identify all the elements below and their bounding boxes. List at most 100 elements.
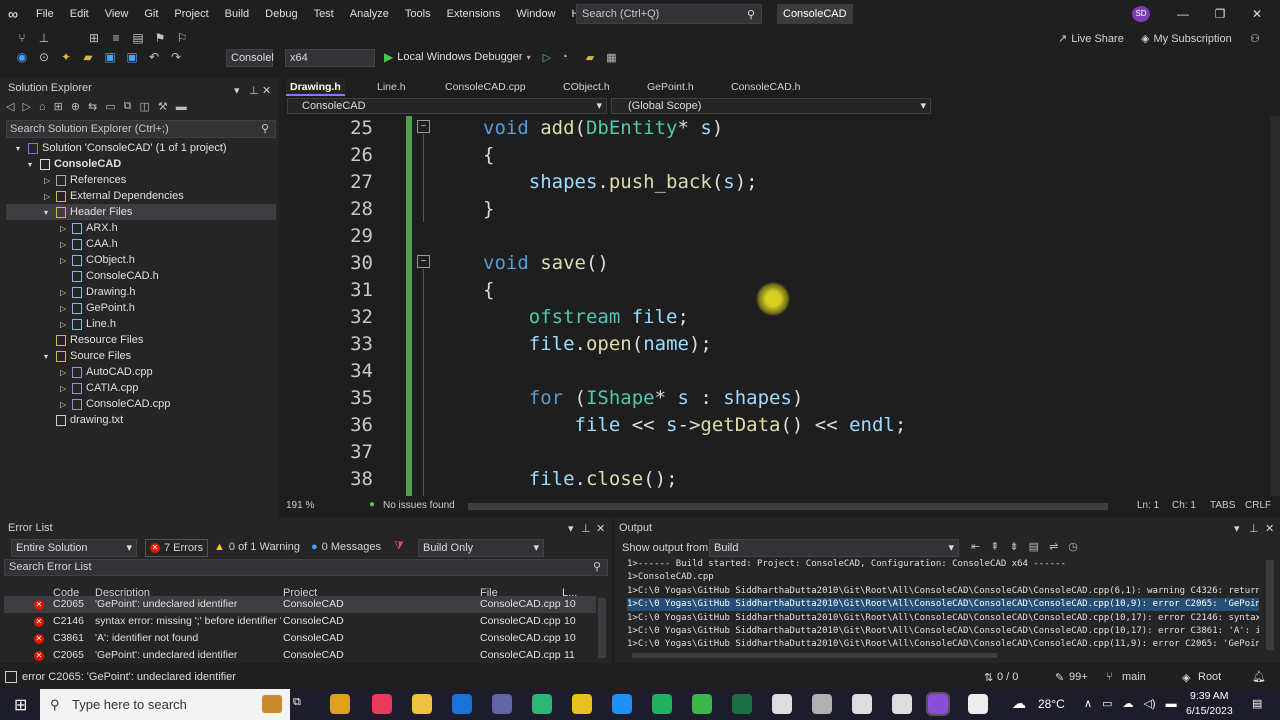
- windows-start-icon[interactable]: ⊞: [14, 695, 27, 715]
- app-icon[interactable]: [772, 694, 792, 714]
- word-wrap-icon[interactable]: ⇌: [1049, 540, 1058, 553]
- scope-filter[interactable]: Entire Solution ▾: [11, 539, 137, 557]
- undo-icon[interactable]: ↶: [146, 50, 162, 64]
- chrome-icon[interactable]: [572, 694, 592, 714]
- errors-filter-button[interactable]: ✕ 7 Errors: [145, 539, 209, 557]
- maximize-icon[interactable]: ❐: [1207, 4, 1233, 24]
- output-line[interactable]: 1>ConsoleCAD.cpp: [627, 571, 1259, 584]
- table-row[interactable]: ✕ C2065 'GePoint': undeclared identifier Co…: [4, 596, 596, 613]
- horizontal-scrollbar[interactable]: [468, 503, 1108, 510]
- close-icon[interactable]: ✕: [262, 81, 271, 101]
- collapse-toggle-icon[interactable]: −: [417, 120, 430, 133]
- feedback-icon[interactable]: ⚇: [1250, 32, 1260, 45]
- layout-icon[interactable]: ⊞: [86, 31, 102, 45]
- expand-arrow-icon[interactable]: ▷: [60, 237, 72, 253]
- column-indicator[interactable]: Ch: 1: [1172, 500, 1196, 511]
- folder-icon[interactable]: [412, 694, 432, 714]
- chevron-down-icon[interactable]: ▾: [234, 81, 240, 101]
- changes-count[interactable]: 99+: [1069, 671, 1088, 683]
- menu-test[interactable]: Test: [306, 0, 342, 28]
- expand-arrow-icon[interactable]: ▷: [60, 397, 72, 413]
- visual-studio-icon[interactable]: [926, 692, 950, 716]
- expand-arrow-icon[interactable]: ▷: [60, 381, 72, 397]
- expand-arrow-icon[interactable]: ▾: [28, 157, 40, 173]
- pin-icon[interactable]: ⊥: [1249, 522, 1259, 535]
- teams-icon[interactable]: [492, 694, 512, 714]
- output-line[interactable]: 1>C:\0 Yogas\GitHub SiddharthaDutta2010\…: [627, 585, 1259, 598]
- start-debugger-button[interactable]: ▶ Local Windows Debugger ▾ ▷ ◔ ▰ ▦: [384, 50, 617, 64]
- excel-icon[interactable]: [732, 694, 752, 714]
- line-indicator[interactable]: Ln: 1: [1137, 500, 1159, 511]
- live-share-button[interactable]: ↗ Live Share: [1058, 32, 1124, 46]
- app-icon[interactable]: [852, 694, 872, 714]
- expand-arrow-icon[interactable]: ▷: [60, 365, 72, 381]
- next-message-icon[interactable]: ⇟: [1009, 540, 1018, 553]
- file-explorer-icon[interactable]: [330, 694, 350, 714]
- output-line[interactable]: 1>------ Build started: Project: Console…: [627, 558, 1259, 571]
- tree-item-consolecad-h[interactable]: ConsoleCAD.h: [6, 268, 276, 284]
- window-layout-icon[interactable]: ▦: [606, 51, 616, 64]
- tree-item-line-h[interactable]: ▷ Line.h: [6, 316, 276, 332]
- find-message-icon[interactable]: ⇤: [971, 540, 980, 553]
- tree-item-gepoint-h[interactable]: ▷ GePoint.h: [6, 300, 276, 316]
- output-hscrollbar[interactable]: [632, 653, 997, 658]
- clock-time[interactable]: 9:39 AM: [1190, 690, 1229, 702]
- tree-item-drawing-txt[interactable]: drawing.txt: [6, 412, 276, 428]
- save-all-icon[interactable]: ▣: [124, 50, 140, 64]
- menu-analyze[interactable]: Analyze: [342, 0, 397, 28]
- tree-item-arx-h[interactable]: ▷ ARX.h: [6, 220, 276, 236]
- chevron-up-icon[interactable]: ∧: [1084, 697, 1092, 710]
- clock-date[interactable]: 6/15/2023: [1186, 705, 1233, 717]
- minimize-icon[interactable]: —: [1170, 4, 1196, 24]
- subscription-button[interactable]: ◈ My Subscription: [1141, 32, 1232, 46]
- battery-icon[interactable]: ▬: [1166, 698, 1177, 710]
- tree-item-header-files[interactable]: ▾ Header Files: [6, 204, 276, 220]
- menu-extensions[interactable]: Extensions: [439, 0, 509, 28]
- output-scrollbar[interactable]: [1266, 560, 1274, 650]
- output-line[interactable]: 1>C:\0 Yogas\GitHub SiddharthaDutta2010\…: [627, 598, 1259, 612]
- menu-window[interactable]: Window: [508, 0, 563, 28]
- tree-item-consolecad[interactable]: ▾ ConsoleCAD: [6, 156, 276, 172]
- vertical-scrollbar[interactable]: [1270, 116, 1280, 496]
- tree-item-external-dependencies[interactable]: ▷ External Dependencies: [6, 188, 276, 204]
- pending-changes-icon[interactable]: ⊕: [71, 100, 80, 113]
- back-icon[interactable]: ◉: [14, 50, 30, 64]
- new-project-icon[interactable]: ✦: [58, 50, 74, 64]
- taskbar-search-input[interactable]: ⚲ Type here to search: [40, 689, 290, 720]
- forward-icon[interactable]: ▷: [22, 100, 30, 113]
- outlook-icon[interactable]: [452, 694, 472, 714]
- tab-consolecad-h[interactable]: ConsoleCAD.h: [727, 78, 804, 96]
- expand-arrow-icon[interactable]: ▷: [60, 317, 72, 333]
- clock-icon[interactable]: ◷: [1068, 540, 1078, 553]
- edge-icon[interactable]: [532, 694, 552, 714]
- table-row[interactable]: ✕ C2065 'GePoint': undeclared identifier Co…: [4, 647, 596, 664]
- project-combo[interactable]: Consolel: [226, 49, 274, 67]
- tree-item-references[interactable]: ▷ References: [6, 172, 276, 188]
- properties-icon[interactable]: ⚒: [158, 100, 168, 113]
- expand-arrow-icon[interactable]: ▷: [60, 301, 72, 317]
- search-box[interactable]: Search (Ctrl+Q) ⚲: [576, 4, 762, 24]
- expand-arrow-icon[interactable]: ▷: [44, 189, 56, 205]
- weather-temperature[interactable]: 28°C: [1038, 697, 1065, 711]
- close-icon[interactable]: ✕: [1265, 522, 1274, 535]
- table-row[interactable]: ✕ C3861 'A': identifier not found ConsoleCA…: [4, 630, 596, 647]
- diagnostic-icon[interactable]: ◔: [561, 51, 568, 63]
- app-icon[interactable]: [612, 694, 632, 714]
- git-icon[interactable]: ⑂: [14, 31, 30, 45]
- line-ending[interactable]: CRLF: [1245, 500, 1271, 511]
- tab-line-h[interactable]: Line.h: [373, 78, 410, 96]
- expand-arrow-icon[interactable]: ▷: [60, 285, 72, 301]
- menu-debug[interactable]: Debug: [257, 0, 305, 28]
- tab-cobject-h[interactable]: CObject.h: [559, 78, 614, 96]
- tree-item-resource-files[interactable]: Resource Files: [6, 332, 276, 348]
- tree-item-catia-cpp[interactable]: ▷ CATIA.cpp: [6, 380, 276, 396]
- network-icon[interactable]: ▭: [1102, 697, 1112, 710]
- zoom-level[interactable]: 191 %: [286, 500, 314, 511]
- expand-arrow-icon[interactable]: ▷: [44, 173, 56, 189]
- preview-icon[interactable]: ◫: [140, 100, 150, 113]
- media-player-icon[interactable]: [372, 694, 392, 714]
- app-icon[interactable]: [968, 694, 988, 714]
- tree-item-solution-consolecad-1-of-1-project[interactable]: ▾ Solution 'ConsoleCAD' (1 of 1 project): [6, 140, 276, 156]
- close-icon[interactable]: ✕: [596, 522, 605, 535]
- pin-icon[interactable]: ⊥: [581, 522, 591, 535]
